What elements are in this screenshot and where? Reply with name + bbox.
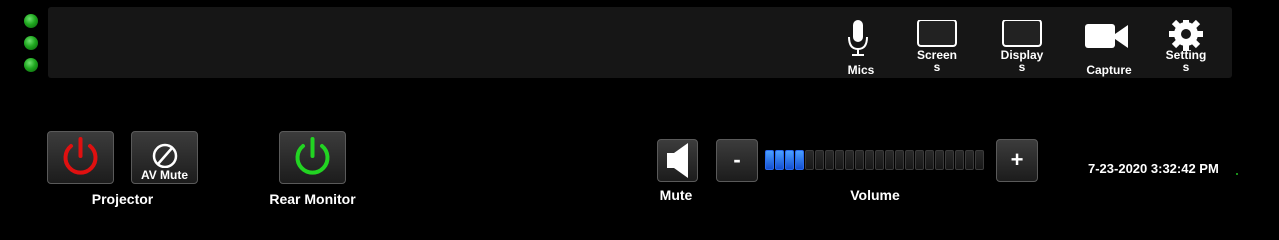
status-led xyxy=(24,36,38,50)
volume-segment xyxy=(835,150,844,170)
av-mute-button[interactable]: AV Mute xyxy=(131,131,198,184)
volume-segment xyxy=(855,150,864,170)
mute-button[interactable] xyxy=(657,139,698,182)
mute-caption: Mute xyxy=(659,187,693,203)
volume-caption: Volume xyxy=(850,187,900,203)
volume-segment xyxy=(765,150,774,170)
volume-segment xyxy=(795,150,804,170)
capture-button[interactable]: Capture xyxy=(1074,16,1144,78)
volume-segment xyxy=(885,150,894,170)
volume-segment xyxy=(845,150,854,170)
volume-segment xyxy=(915,150,924,170)
status-led xyxy=(24,14,38,28)
screens-button[interactable]: Screens xyxy=(902,16,972,78)
volume-segment xyxy=(875,150,884,170)
volume-down-button[interactable]: - xyxy=(716,139,758,182)
volume-segment xyxy=(975,150,984,170)
volume-segment xyxy=(825,150,834,170)
rear-monitor-power-button[interactable] xyxy=(279,131,346,184)
volume-segment xyxy=(865,150,874,170)
prohibited-icon xyxy=(132,132,197,173)
volume-segment xyxy=(925,150,934,170)
volume-segment xyxy=(895,150,904,170)
settings-button[interactable]: Settings xyxy=(1151,16,1221,78)
volume-segment xyxy=(965,150,974,170)
volume-segment xyxy=(945,150,954,170)
displays-button[interactable]: Displays xyxy=(987,16,1057,78)
indicator-dot xyxy=(1236,173,1238,175)
volume-segment xyxy=(935,150,944,170)
date-time: 7-23-2020 3:32:42 PM xyxy=(1088,161,1219,176)
volume-segment xyxy=(815,150,824,170)
power-icon xyxy=(48,137,113,187)
settings-label: Settings xyxy=(1165,48,1207,74)
mics-button[interactable]: Mics xyxy=(823,16,893,78)
power-icon xyxy=(280,137,345,187)
status-led xyxy=(24,58,38,72)
projector-caption: Projector xyxy=(91,191,154,207)
minus-label: - xyxy=(733,147,741,172)
av-mute-label: AV Mute xyxy=(140,168,189,182)
displays-label: Displays xyxy=(1000,48,1044,74)
volume-segment xyxy=(785,150,794,170)
microphone-icon xyxy=(823,20,893,56)
speaker-icon xyxy=(658,143,697,185)
volume-segment xyxy=(775,150,784,170)
screens-label: Screens xyxy=(916,48,958,74)
volume-segment xyxy=(805,150,814,170)
projector-power-button[interactable] xyxy=(47,131,114,184)
plus-label: + xyxy=(1010,147,1024,172)
rear-monitor-caption: Rear Monitor xyxy=(269,191,356,207)
volume-segment xyxy=(955,150,964,170)
capture-label: Capture xyxy=(1086,63,1132,77)
mics-label: Mics xyxy=(847,63,875,77)
volume-up-button[interactable]: + xyxy=(996,139,1038,182)
volume-segment xyxy=(905,150,914,170)
video-camera-icon xyxy=(1074,20,1144,56)
